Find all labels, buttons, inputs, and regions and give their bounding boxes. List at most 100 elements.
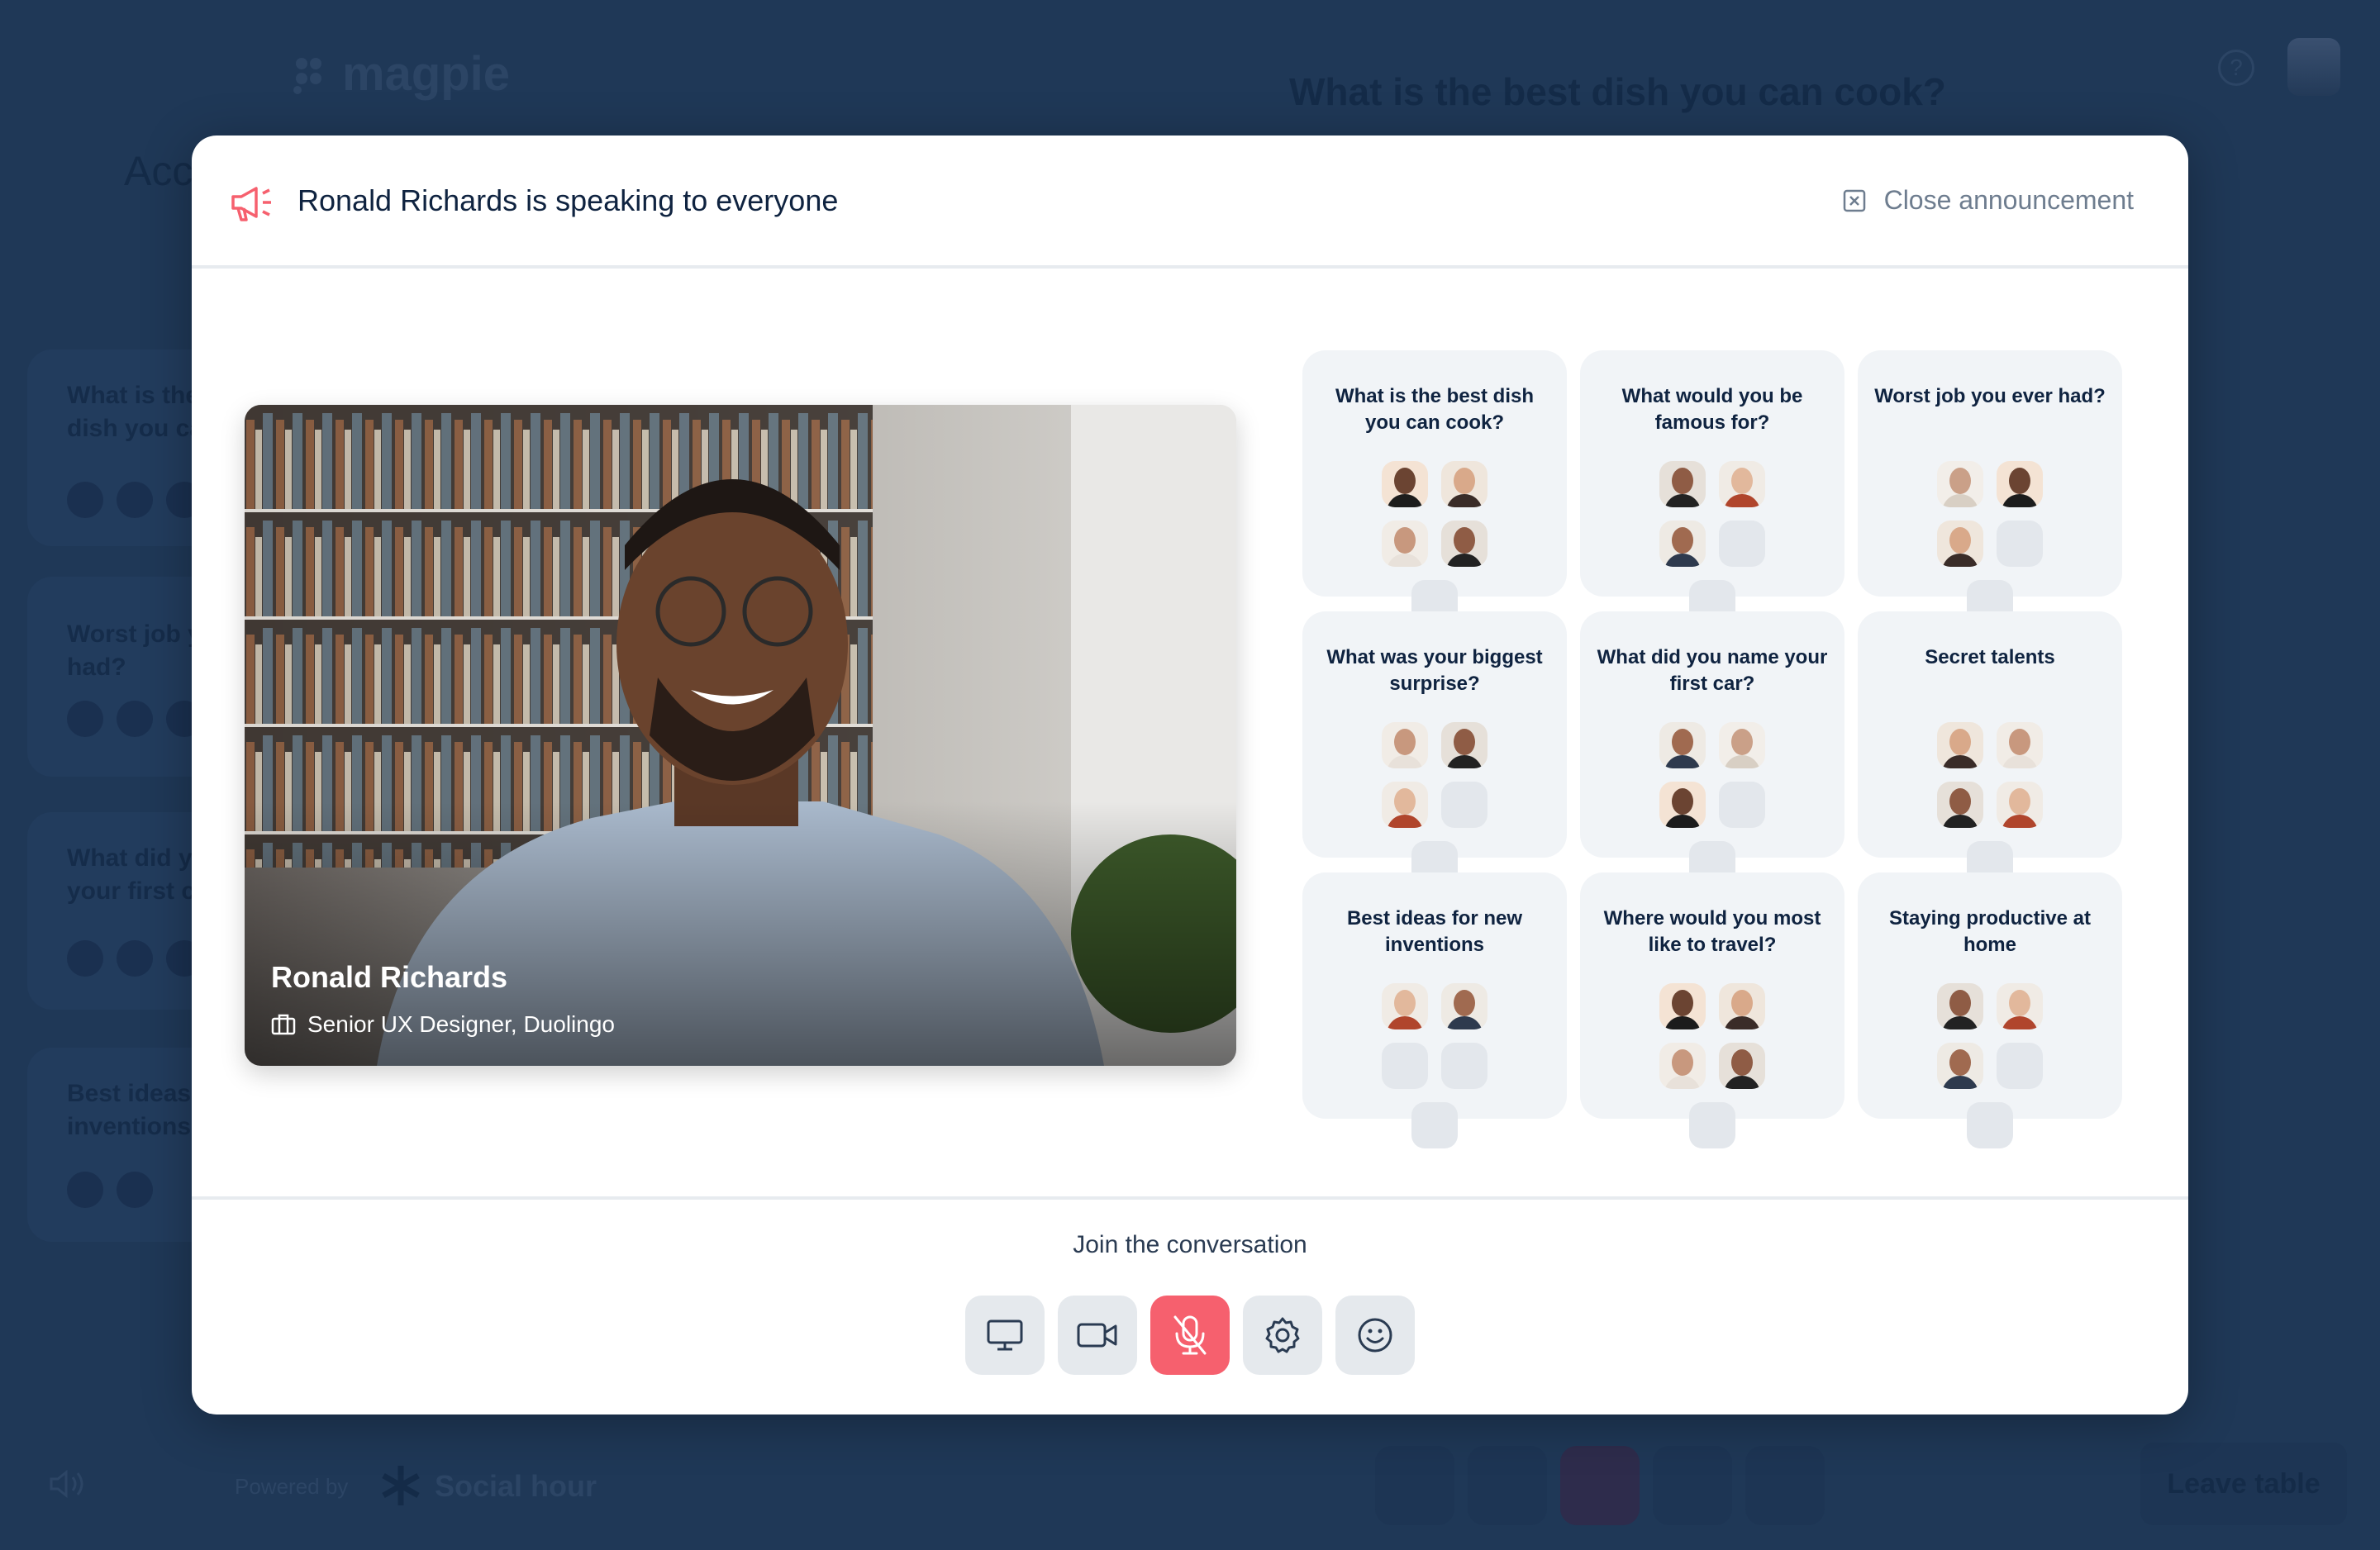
participant-avatar[interactable]	[1659, 1043, 1706, 1089]
participant-avatar[interactable]	[1937, 782, 1983, 828]
table-title: Worst job you ever had?	[1874, 385, 2106, 407]
avatar-face	[1394, 468, 1416, 494]
participant-avatar[interactable]	[1997, 782, 2043, 828]
avatar-face	[1454, 729, 1475, 755]
table-card[interactable]: What would you be famous for?	[1580, 350, 1844, 626]
participant-avatar[interactable]	[1997, 461, 2043, 507]
microphone-button[interactable]	[1150, 1296, 1230, 1375]
participant-avatar[interactable]	[1382, 521, 1428, 567]
briefcase-icon	[271, 1014, 296, 1035]
leave-table-button[interactable]: Leave table	[2140, 1443, 2347, 1525]
avatar-body	[1664, 815, 1701, 828]
bg-mic-button[interactable]	[1560, 1446, 1640, 1525]
speaker-role-text: Senior UX Designer, Duolingo	[307, 1011, 615, 1037]
avatar-face	[1394, 788, 1416, 815]
speaker-volume-icon[interactable]	[46, 1467, 88, 1500]
video-camera-icon	[1077, 1323, 1117, 1348]
empty-seat[interactable]	[1411, 1102, 1458, 1148]
microphone-muted-icon	[1173, 1315, 1207, 1355]
empty-seat[interactable]	[1689, 1102, 1735, 1148]
avatar-face	[1672, 527, 1693, 554]
table-card[interactable]: What was your biggest surprise?	[1302, 611, 1567, 887]
avatar-face	[1949, 729, 1971, 755]
table-card[interactable]: Where would you most like to travel?	[1580, 872, 1844, 1148]
table-title: What is the best dish you can cook?	[1335, 385, 1535, 434]
announcement-title: Ronald Richards is speaking to everyone	[298, 183, 839, 217]
empty-seat[interactable]	[1719, 782, 1765, 828]
avatar-body	[2002, 815, 2038, 828]
avatar-face	[1949, 788, 1971, 815]
avatar-body	[1664, 755, 1701, 768]
participant-avatar[interactable]	[1382, 782, 1428, 828]
empty-seat[interactable]	[1441, 782, 1488, 828]
bg-settings-button[interactable]	[1653, 1446, 1732, 1525]
avatar-body	[2002, 1016, 2038, 1029]
participant-avatar[interactable]	[1382, 461, 1428, 507]
participant-avatar[interactable]	[1937, 1043, 1983, 1089]
avatar-face	[1454, 527, 1475, 554]
screen-share-button[interactable]	[965, 1296, 1045, 1375]
avatar-body	[1942, 1016, 1978, 1029]
table-title: What was your biggest surprise?	[1326, 646, 1543, 695]
avatar-face	[1672, 468, 1693, 494]
empty-seat[interactable]	[1719, 521, 1765, 567]
participant-avatar[interactable]	[1719, 722, 1765, 768]
empty-seat[interactable]	[1441, 1043, 1488, 1089]
close-announcement-button[interactable]: Close announcement	[1843, 185, 2134, 216]
participant-avatar[interactable]	[1441, 722, 1488, 768]
question-circle-icon[interactable]: ?	[2218, 50, 2254, 86]
avatar-body	[1446, 554, 1483, 567]
participant-avatar[interactable]	[1659, 782, 1706, 828]
participant-avatar[interactable]	[1937, 983, 1983, 1029]
empty-seat[interactable]	[1967, 1102, 2013, 1148]
empty-seat[interactable]	[1997, 521, 2043, 567]
participant-avatar[interactable]	[1659, 521, 1706, 567]
avatar-body	[1664, 494, 1701, 507]
participant-avatar[interactable]	[1997, 983, 2043, 1029]
avatar-face	[1454, 990, 1475, 1016]
settings-button[interactable]	[1243, 1296, 1322, 1375]
participant-avatar[interactable]	[1719, 461, 1765, 507]
bg-screen-share-button[interactable]	[1375, 1446, 1454, 1525]
speaker-role: Senior UX Designer, Duolingo	[271, 1011, 615, 1038]
avatar	[117, 482, 153, 518]
table-card[interactable]: Worst job you ever had?	[1858, 350, 2122, 626]
emoji-button[interactable]	[1335, 1296, 1415, 1375]
participant-avatar[interactable]	[1382, 983, 1428, 1029]
participant-avatar[interactable]	[1937, 521, 1983, 567]
empty-seat[interactable]	[1997, 1043, 2043, 1089]
empty-seat[interactable]	[1382, 1043, 1428, 1089]
participant-avatar[interactable]	[1937, 461, 1983, 507]
table-card[interactable]: Best ideas for new inventions	[1302, 872, 1567, 1148]
participant-avatar[interactable]	[1719, 1043, 1765, 1089]
table-seats	[1580, 722, 1844, 887]
megaphone-icon	[231, 187, 271, 221]
participant-avatar[interactable]	[1659, 722, 1706, 768]
participant-avatar[interactable]	[1997, 722, 2043, 768]
camera-button[interactable]	[1058, 1296, 1137, 1375]
participant-avatar[interactable]	[1441, 461, 1488, 507]
bg-emoji-button[interactable]	[1745, 1446, 1825, 1525]
table-card[interactable]: Secret talents	[1858, 611, 2122, 887]
user-avatar[interactable]	[2287, 38, 2340, 96]
table-title: Staying productive at home	[1888, 907, 2092, 956]
table-title: What would you be famous for?	[1621, 385, 1803, 434]
avatar-body	[1446, 1016, 1483, 1029]
table-card[interactable]: What is the best dish you can cook?	[1302, 350, 1567, 626]
participant-avatar[interactable]	[1659, 461, 1706, 507]
participant-avatar[interactable]	[1659, 983, 1706, 1029]
table-card[interactable]: What did you name your first car?	[1580, 611, 1844, 887]
gear-icon	[1265, 1317, 1300, 1353]
table-card[interactable]: Staying productive at home	[1858, 872, 2122, 1148]
avatar-face	[1454, 468, 1475, 494]
participant-avatar[interactable]	[1382, 722, 1428, 768]
avatar-face	[1672, 788, 1693, 815]
bg-camera-button[interactable]	[1468, 1446, 1547, 1525]
avatar-face	[2009, 468, 2030, 494]
participant-avatar[interactable]	[1719, 983, 1765, 1029]
participant-avatar[interactable]	[1937, 722, 1983, 768]
participant-avatar[interactable]	[1441, 983, 1488, 1029]
participant-avatar[interactable]	[1441, 521, 1488, 567]
powered-by-label: Powered by	[235, 1474, 349, 1499]
magpie-logo-icon	[293, 57, 321, 94]
